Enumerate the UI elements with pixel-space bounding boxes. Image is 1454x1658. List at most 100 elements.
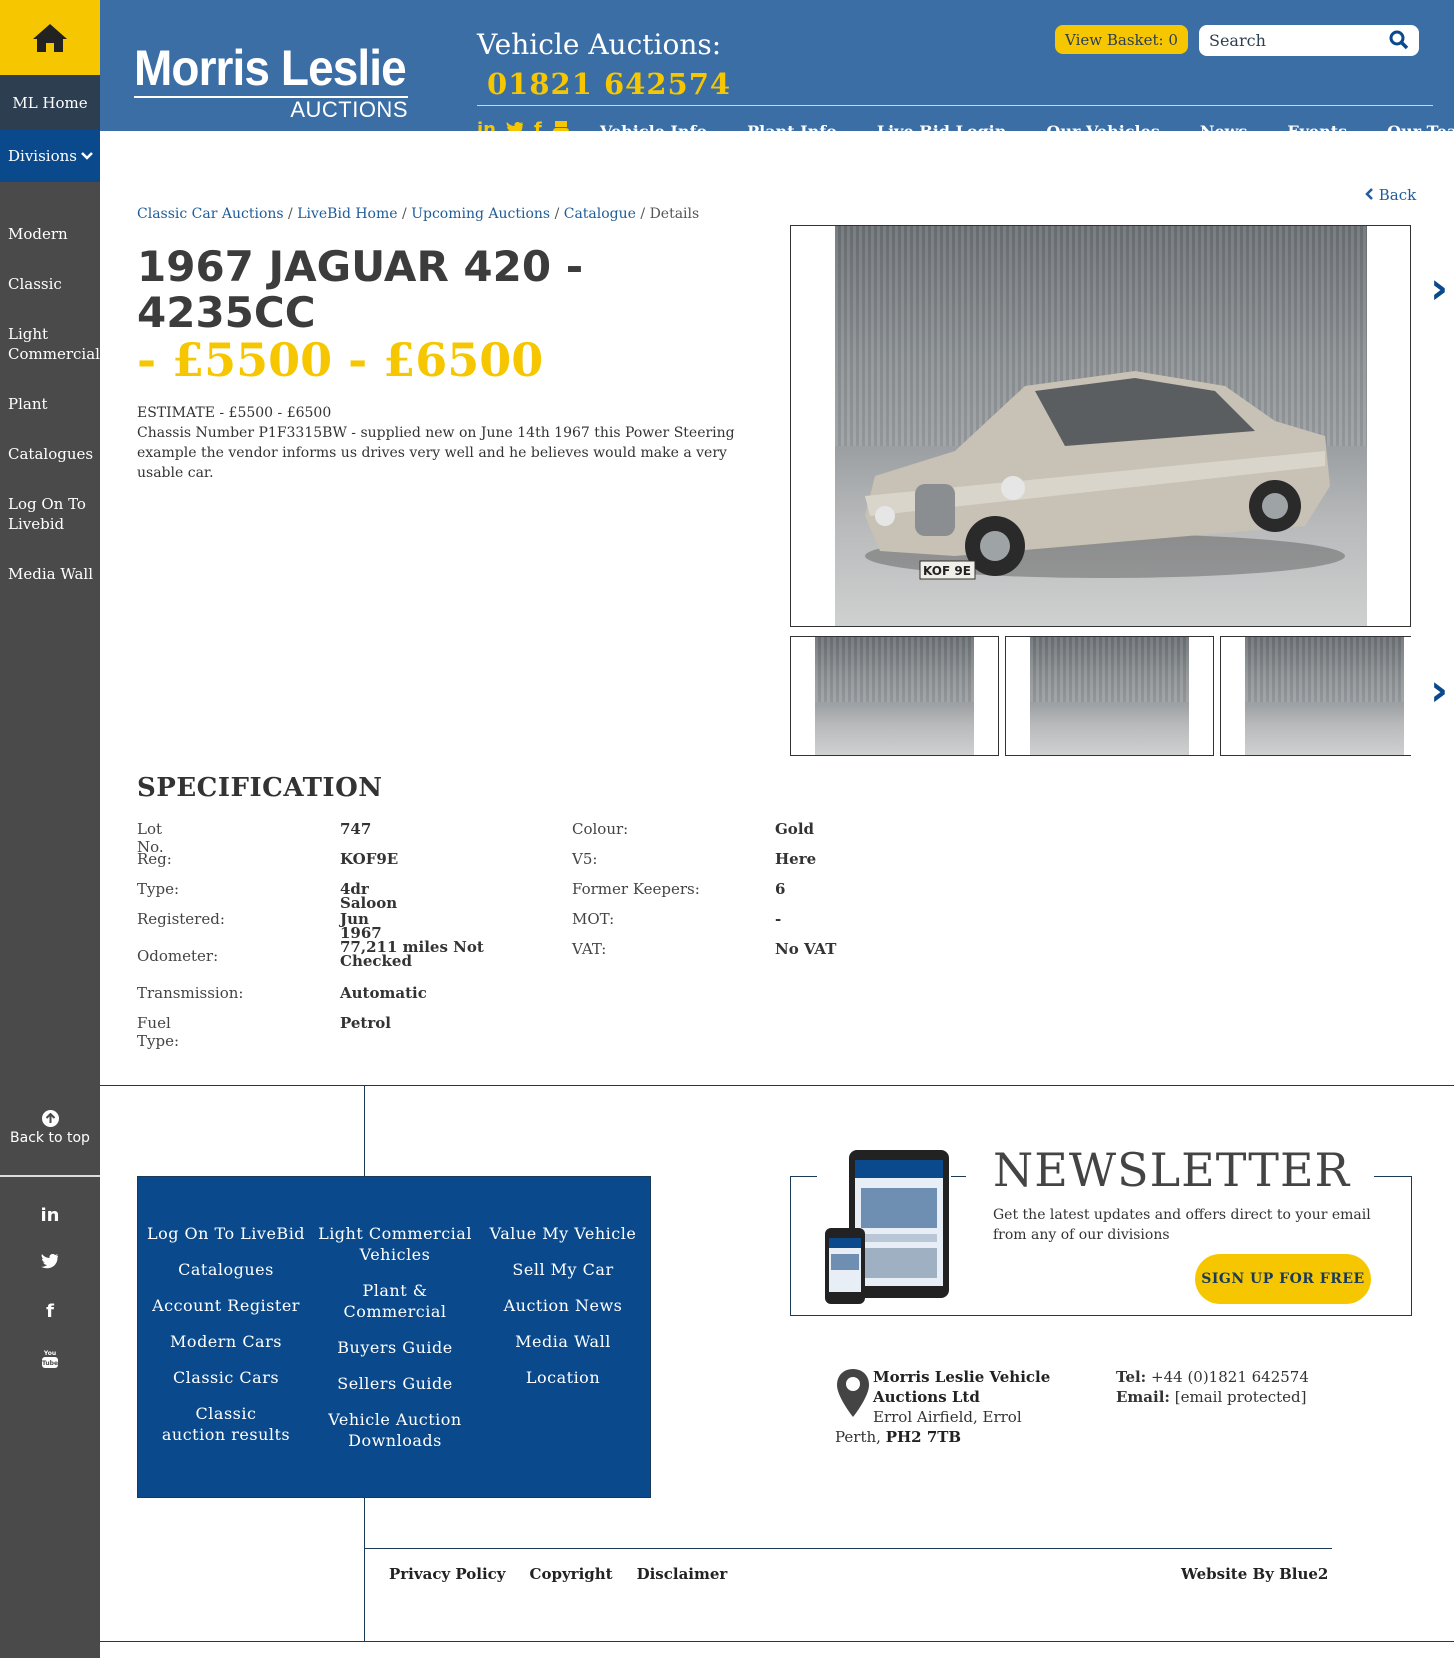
next-thumbnail-arrow[interactable]: › [1430,665,1448,716]
nav-our-vehicles[interactable]: Our Vehicles [1046,122,1159,131]
footer-link[interactable]: Classic Cars [146,1367,306,1388]
divisions-toggle[interactable]: Divisions [0,130,100,182]
spec-value: Here [775,850,817,868]
footer-link[interactable]: Sell My Car [483,1259,643,1280]
thumbnail-photo [815,637,974,755]
map-pin-icon [837,1369,869,1417]
ml-home-link[interactable]: ML Home [0,75,100,130]
spec-value: Gold [775,820,815,838]
spec-value: 4dr Saloon [340,880,398,912]
facebook-icon[interactable]: f [534,121,542,132]
footer-link[interactable]: Light Commercial Vehicles [315,1223,475,1265]
devices-image [825,1150,949,1304]
company-name-line-1: Morris Leslie Vehicle [873,1368,1051,1386]
nav-our-team[interactable]: Our Team [1387,122,1454,131]
nav-news[interactable]: News [1200,122,1248,131]
sidebar-item-media-wall[interactable]: Media Wall [8,564,100,584]
disclaimer-link[interactable]: Disclaimer [637,1565,728,1583]
lot-estimate: ESTIMATE - £5500 - £6500 [137,405,332,421]
facebook-icon[interactable]: f [0,1301,100,1349]
back-to-top-button[interactable]: Back to top [0,1110,100,1146]
twitter-icon[interactable] [0,1253,100,1301]
logo-sub: AUCTIONS [290,97,408,122]
spec-value: Automatic [340,984,427,1002]
spec-label: Transmission: [137,984,244,1002]
nav-live-bid[interactable]: Live Bid Login [877,122,1007,131]
sidebar-item-plant[interactable]: Plant [8,394,100,414]
sign-up-button[interactable]: SIGN UP FOR FREE [1195,1254,1371,1304]
nav-events[interactable]: Events [1287,122,1347,131]
home-button[interactable] [0,0,100,75]
newsletter-text: Get the latest updates and offers direct… [993,1207,1371,1243]
youtube-icon[interactable] [552,121,570,131]
breadcrumb-livebid-home[interactable]: LiveBid Home [297,206,397,222]
nav-plant-info[interactable]: Plant Info [747,122,837,131]
footer-col-3: Value My Vehicle Sell My Car Auction New… [483,1223,643,1403]
next-photo-arrow[interactable]: › [1430,263,1448,314]
footer-link[interactable]: Sellers Guide [315,1373,475,1394]
lot-description-text: Chassis Number P1F3315BW - supplied new … [137,425,735,481]
thumbnail-2[interactable] [1005,636,1214,756]
email-value[interactable]: [email protected] [1175,1388,1307,1406]
logo-main: Morris Leslie [134,40,407,96]
address-postcode: PH2 7TB [885,1428,962,1446]
breadcrumb-sep: / [402,206,407,222]
footer-link[interactable]: Account Register [146,1295,306,1316]
address-city: Perth, [835,1428,881,1446]
footer-link[interactable]: Plant & Commercial [315,1280,475,1322]
thumbnail-1[interactable] [790,636,999,756]
footer-link[interactable]: Classic auction results [146,1403,306,1445]
twitter-icon[interactable] [506,121,524,131]
view-basket-button[interactable]: View Basket: 0 [1055,25,1188,54]
email-label: Email: [1116,1388,1170,1406]
side-nav: Modern Classic Light Commercial Plant Ca… [8,224,100,614]
spec-label: Odometer: [137,947,219,965]
morris-leslie-logo[interactable]: Morris Leslie AUCTIONS [134,42,429,122]
spec-label: V5: [572,850,598,868]
footer-link[interactable]: Buyers Guide [315,1337,475,1358]
newsletter-title: NEWSLETTER [993,1143,1351,1197]
breadcrumb-upcoming-auctions[interactable]: Upcoming Auctions [411,206,550,222]
spec-label: MOT: [572,910,615,928]
sidebar-social: in f You Tube [0,1205,100,1397]
youtube-icon[interactable]: You Tube [0,1349,100,1397]
footer-link[interactable]: Value My Vehicle [483,1223,643,1244]
footer-link[interactable]: Auction News [483,1295,643,1316]
footer-link[interactable]: Location [483,1367,643,1388]
header-phone[interactable]: 01821 642574 [487,67,731,101]
search-icon[interactable] [1389,30,1409,50]
linkedin-icon[interactable]: in [0,1205,100,1253]
search-input[interactable]: Search [1199,25,1419,56]
lot-description: ESTIMATE - £5500 - £6500 Chassis Number … [137,403,737,483]
thumbnail-3[interactable] [1220,636,1411,756]
website-by-link[interactable]: Website By Blue2 [1181,1565,1328,1583]
spec-label: Former Keepers: [572,880,700,898]
address-block: Morris Leslie Vehicle Auctions Ltd Errol… [835,1367,1050,1447]
spec-value: 747 [340,820,372,838]
breadcrumb-catalogue[interactable]: Catalogue [564,206,636,222]
nav-vehicle-info[interactable]: Vehicle Info [600,122,707,131]
footer-link[interactable]: Media Wall [483,1331,643,1352]
spec-value: - [775,910,782,928]
sidebar-item-modern[interactable]: Modern [8,224,100,244]
main-photo-frame[interactable]: KOF 9E [790,225,1411,627]
breadcrumb-classic-car-auctions[interactable]: Classic Car Auctions [137,206,284,222]
tel-value[interactable]: +44 (0)1821 642574 [1151,1368,1309,1386]
copyright-link[interactable]: Copyright [530,1565,613,1583]
address-line-2: Perth, PH2 7TB [835,1427,1050,1447]
privacy-policy-link[interactable]: Privacy Policy [389,1565,506,1583]
basket-count: 0 [1168,30,1178,49]
sidebar-item-catalogues[interactable]: Catalogues [8,444,100,464]
back-link[interactable]: Back [1365,186,1416,204]
footer-link[interactable]: Modern Cars [146,1331,306,1352]
footer-link[interactable]: Log On To LiveBid [146,1223,306,1244]
sidebar-item-light-commercial[interactable]: Light Commercial [8,324,100,364]
sidebar-item-livebid[interactable]: Log On To Livebid [8,494,100,534]
linkedin-icon[interactable]: in [477,121,496,132]
spec-label: Colour: [572,820,629,838]
lot-title: 1967 JAGUAR 420 - 4235CC [137,242,584,337]
chevron-left-icon [1365,188,1373,200]
footer-link[interactable]: Catalogues [146,1259,306,1280]
footer-link[interactable]: Vehicle Auction Downloads [315,1409,475,1451]
sidebar-item-classic[interactable]: Classic [8,274,100,294]
